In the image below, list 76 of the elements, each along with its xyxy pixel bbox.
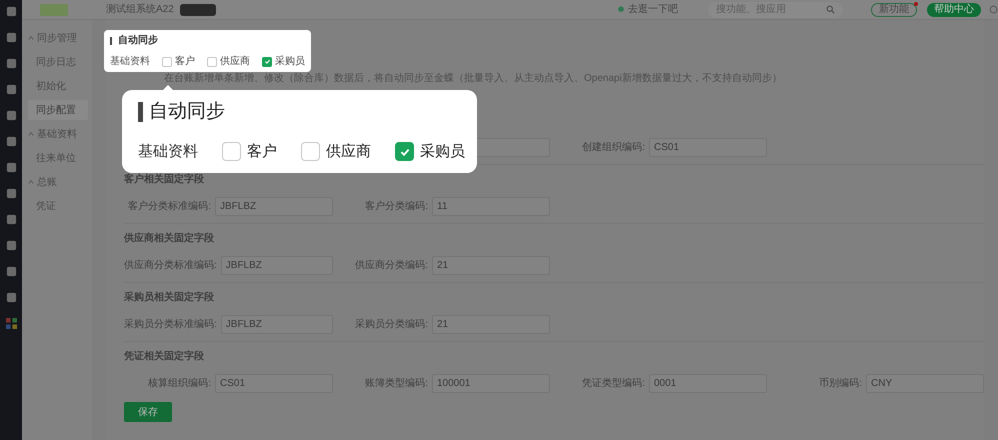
box-title: 自动同步 [149, 100, 225, 124]
menu-icon[interactable] [6, 292, 16, 303]
menu-item[interactable]: 同步配置 [28, 100, 88, 120]
section-title: 供应商相关固定字段 [124, 231, 215, 246]
field-label: 供应商分类标准编码: [124, 258, 217, 273]
company-name: 测试组系统A22 [106, 2, 174, 17]
input-field[interactable]: CS01 [649, 138, 767, 157]
field-label: 客户分类标准编码: [128, 200, 211, 214]
feature-button[interactable]: 新功能 [871, 2, 917, 16]
section-title: 客户相关固定字段 [124, 172, 205, 187]
section-title: 采购员相关固定字段 [124, 290, 215, 305]
version-badge [180, 4, 216, 16]
menu-icon[interactable] [6, 136, 16, 147]
menu-icon[interactable] [6, 188, 16, 199]
menu-icon[interactable] [6, 110, 16, 121]
input-field[interactable]: 21 [432, 315, 550, 334]
checkbox-label[interactable]: 供应商 [326, 140, 371, 163]
checkbox[interactable] [207, 56, 217, 66]
row-label: 基础资料 [138, 142, 198, 162]
input-field[interactable]: JBFLBZ [215, 197, 333, 216]
group-label: 总账 [37, 176, 57, 190]
checkbox[interactable] [395, 142, 414, 162]
field-label: 创建组织编码: [582, 140, 645, 155]
input-field[interactable]: JBFLBZ [220, 315, 333, 334]
menu-icon[interactable] [6, 84, 16, 95]
section-title: 凭证相关固定字段 [124, 349, 205, 364]
menu-group[interactable]: 同步管理 [22, 28, 92, 48]
input-field[interactable]: CS01 [215, 374, 333, 393]
menu-icon[interactable] [6, 214, 16, 225]
menu-item[interactable]: 同步日志 [28, 52, 88, 72]
checkbox[interactable] [162, 56, 172, 66]
row-label: 基础资料 [110, 54, 150, 69]
checkbox-label[interactable]: 客户 [175, 54, 195, 69]
field-label: 账簿类型编码: [365, 376, 428, 391]
menu-icon[interactable] [6, 162, 16, 173]
checkbox-label[interactable]: 采购员 [275, 54, 305, 69]
checkbox[interactable] [222, 142, 241, 162]
input-field[interactable]: 11 [432, 197, 550, 216]
menu-item[interactable]: 凭证 [28, 196, 88, 216]
checkbox[interactable] [301, 142, 320, 162]
field-label: 客户分类编码: [365, 200, 428, 214]
apps-icon[interactable] [6, 318, 16, 329]
check-icon [264, 58, 270, 65]
field-label: 币别编码: [819, 376, 862, 391]
menu-icon[interactable] [6, 32, 16, 43]
input-field[interactable]: 21 [432, 256, 550, 275]
box-title: 自动同步 [118, 34, 158, 48]
menu-item[interactable]: 初始化 [28, 76, 88, 96]
menu-icon[interactable] [6, 240, 16, 251]
menu-icon[interactable] [6, 6, 16, 17]
field-label: 核算组织编码: [148, 376, 211, 391]
input-field[interactable]: CNY [866, 374, 984, 393]
checkbox-label[interactable]: 采购员 [420, 140, 465, 163]
input-field[interactable]: 100001 [432, 374, 550, 393]
menu-icon[interactable] [6, 266, 16, 277]
menu-group[interactable]: 基础资料 [22, 124, 92, 144]
input-field[interactable]: JBFLBZ [220, 256, 333, 275]
field-label: 凭证类型编码: [582, 376, 645, 391]
title-bar-icon [138, 102, 143, 122]
tip-link[interactable]: 去逛一下吧 [628, 2, 678, 17]
save-button[interactable]: 保存 [124, 402, 172, 422]
menu-item[interactable]: 往来单位 [28, 148, 88, 168]
field-label: 采购员分类标准编码: [124, 318, 217, 332]
help-button[interactable]: 帮助中心 [927, 2, 981, 16]
menu-icon[interactable] [6, 58, 16, 69]
group-label: 同步管理 [37, 32, 77, 46]
field-label: 采购员分类编码: [355, 318, 428, 332]
field-label: 供应商分类编码: [355, 258, 428, 273]
input-field[interactable]: 0001 [649, 374, 767, 393]
logo-icon [40, 4, 68, 16]
menu-group[interactable]: 总账 [22, 172, 92, 192]
checkbox[interactable] [262, 56, 272, 66]
search-icon [826, 5, 835, 14]
checkbox-label[interactable]: 供应商 [220, 54, 250, 69]
checkbox-label[interactable]: 客户 [247, 140, 277, 163]
group-label: 基础资料 [37, 128, 77, 142]
